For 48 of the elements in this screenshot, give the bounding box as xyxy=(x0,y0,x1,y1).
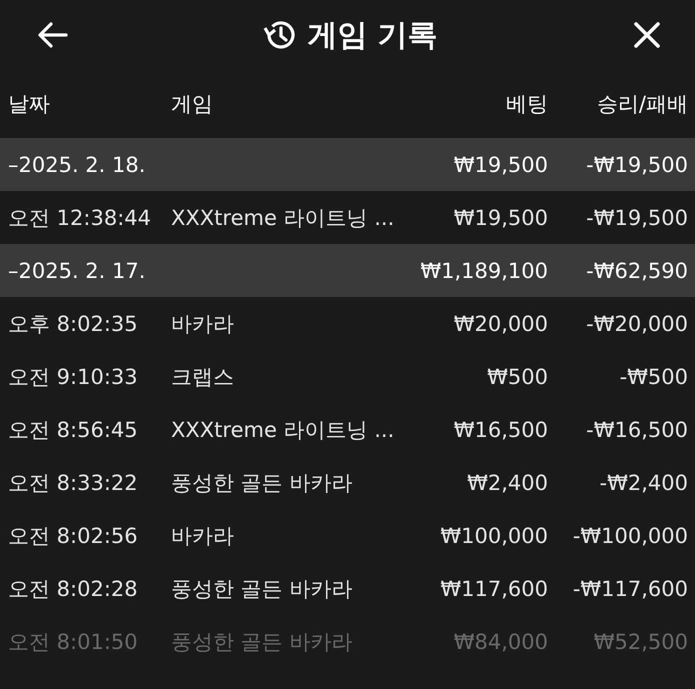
bet-cell-text: ₩2,400 xyxy=(466,470,548,494)
bet-cell-text: ₩19,500 xyxy=(452,152,548,176)
result-cell-text: -₩20,000 xyxy=(585,312,688,336)
result-cell-text: -₩62,590 xyxy=(585,258,688,282)
result-cell-text: -₩19,500 xyxy=(585,152,688,176)
bet-cell-text: ₩500 xyxy=(486,364,548,388)
time-cell-text: 오전 9:10:33 xyxy=(8,364,139,390)
date-group-row[interactable]: –2025. 2. 17. ₩1,189,100 -₩62,590 xyxy=(0,244,695,297)
date-cell-text: –2025. 2. 18. xyxy=(8,152,146,176)
game-cell-text: 풍성한 골든 바카라 xyxy=(171,576,354,602)
bet-cell-text: ₩16,500 xyxy=(452,418,548,442)
time-cell-text: 오전 8:01:50 xyxy=(8,628,139,656)
time-cell-text: 오후 8:02:35 xyxy=(8,310,139,338)
time-cell-text: 오전 8:33:22 xyxy=(8,470,139,496)
game-cell-text: 크랩스 xyxy=(171,364,235,390)
history-icon xyxy=(263,20,296,50)
time-cell-text: 오전 8:02:56 xyxy=(8,522,139,550)
result-cell-text: -₩16,500 xyxy=(585,418,688,442)
bet-cell-text: ₩117,600 xyxy=(439,576,548,600)
result-cell-text: -₩500 xyxy=(618,364,688,388)
time-cell-text: 오전 12:38:44 xyxy=(8,204,152,232)
column-header: 게임 xyxy=(171,91,214,118)
column-header: 베팅 xyxy=(505,91,548,118)
bet-cell-text: ₩1,189,100 xyxy=(419,258,548,282)
game-cell-text: 풍성한 골든 바카라 xyxy=(171,628,354,656)
game-cell-text: XXXtreme 라이트닝 ... xyxy=(171,204,396,232)
column-header: 승리/패배 xyxy=(596,91,688,118)
bet-cell-text: ₩100,000 xyxy=(439,524,548,548)
game-cell-text: 바카라 xyxy=(171,310,235,338)
date-cell-text: –2025. 2. 17. xyxy=(8,258,146,282)
time-cell-text: 오전 8:56:45 xyxy=(8,416,139,444)
close-icon xyxy=(632,21,661,49)
date-group-row[interactable]: –2025. 2. 18. ₩19,500 -₩19,500 xyxy=(0,138,695,191)
result-cell-text: -₩100,000 xyxy=(572,524,688,548)
back-arrow-icon xyxy=(38,22,68,48)
time-cell-text: 오전 8:02:28 xyxy=(8,576,139,602)
game-cell-text: 풍성한 골든 바카라 xyxy=(171,470,354,496)
bet-cell-text: ₩19,500 xyxy=(452,206,548,230)
column-header: 날짜 xyxy=(8,91,51,118)
result-cell-text: -₩117,600 xyxy=(572,576,688,600)
bet-cell-text: ₩20,000 xyxy=(452,312,548,336)
game-cell-text: XXXtreme 라이트닝 ... xyxy=(171,416,396,444)
result-cell-text: -₩19,500 xyxy=(585,206,688,230)
game-cell-text: 바카라 xyxy=(171,522,235,550)
result-cell-text: -₩2,400 xyxy=(598,470,688,494)
result-cell-text: ₩52,500 xyxy=(592,630,688,654)
page-title: 게임 기록 xyxy=(307,16,438,54)
bet-cell-text: ₩84,000 xyxy=(452,630,548,654)
